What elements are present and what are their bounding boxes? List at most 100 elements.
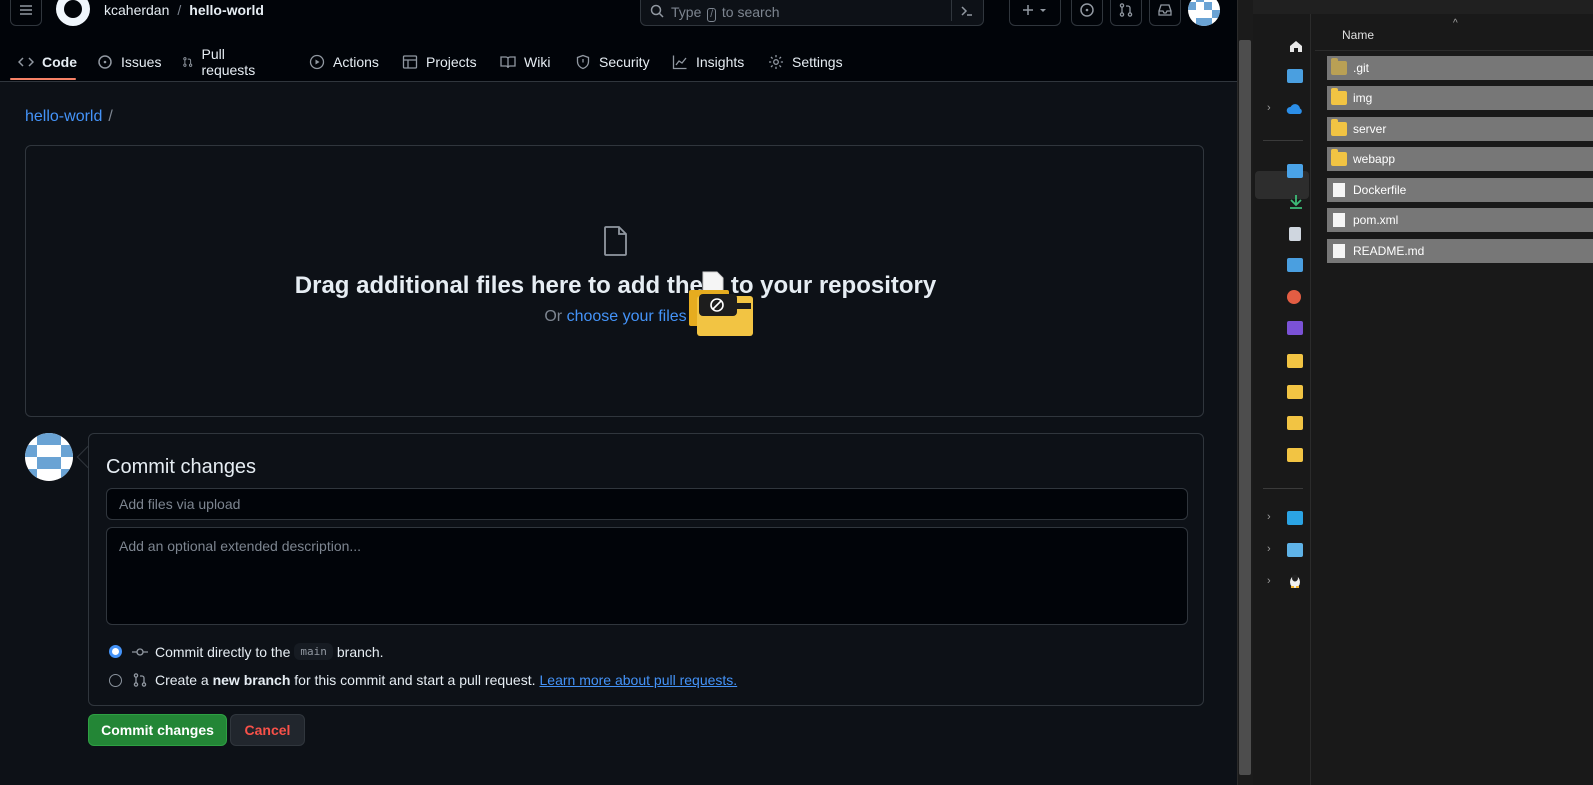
book-icon: [500, 56, 516, 69]
folder-icon: [1331, 119, 1347, 136]
graph-icon: [672, 55, 687, 70]
onedrive-icon[interactable]: [1286, 102, 1304, 116]
expand-chevron-icon[interactable]: ›: [1267, 575, 1271, 587]
home-icon[interactable]: [1288, 38, 1304, 54]
commit-form: Commit changes Add files via upload Add …: [88, 433, 1204, 706]
issues-button[interactable]: [1071, 0, 1103, 26]
tab-issues[interactable]: Issues: [97, 42, 161, 82]
tab-security[interactable]: Security: [575, 42, 650, 82]
learn-more-pull-requests-link[interactable]: Learn more about pull requests.: [540, 672, 738, 688]
folder-icon[interactable]: [1287, 416, 1303, 430]
folder-icon: [1331, 58, 1347, 75]
github-logo-icon[interactable]: [56, 0, 90, 26]
command-palette-icon[interactable]: [959, 3, 975, 19]
user-avatar[interactable]: [1188, 0, 1220, 26]
file-row[interactable]: .git: [1327, 56, 1593, 80]
inbox-icon: [1158, 4, 1172, 16]
code-icon: [18, 57, 34, 67]
commit-direct-option[interactable]: Commit directly to the main branch.: [109, 643, 384, 660]
tab-label: Code: [42, 54, 77, 70]
tab-actions[interactable]: Actions: [309, 42, 379, 82]
file-row[interactable]: img: [1327, 86, 1593, 110]
expand-chevron-icon[interactable]: ›: [1267, 511, 1271, 523]
desktop-icon[interactable]: [1287, 164, 1303, 178]
repo-header: kcaherdan/hello-world Type / to search: [0, 0, 1237, 82]
file-name: server: [1353, 122, 1387, 136]
breadcrumb-repo-link[interactable]: hello-world: [25, 108, 102, 125]
inbox-button[interactable]: [1149, 0, 1181, 26]
tab-label: Wiki: [524, 54, 551, 70]
pull-requests-button[interactable]: [1110, 0, 1142, 26]
videos-icon[interactable]: [1287, 321, 1303, 335]
table-icon: [402, 55, 418, 69]
cancel-button[interactable]: Cancel: [230, 714, 305, 746]
tab-pull-requests[interactable]: Pull requests: [182, 42, 260, 82]
sort-caret-icon[interactable]: ^: [1453, 18, 1458, 29]
expand-chevron-icon[interactable]: ›: [1267, 543, 1271, 555]
folder-icon[interactable]: [1287, 385, 1303, 399]
repo-path: kcaherdan / hello-world: [104, 2, 264, 18]
music-icon[interactable]: [1287, 290, 1301, 304]
document-icon: [1333, 213, 1345, 227]
scrollbar-thumb[interactable]: [1239, 40, 1251, 775]
screen: kcaherdan/hello-world Type / to search: [0, 0, 1593, 785]
tab-settings[interactable]: Settings: [768, 42, 843, 82]
downloads-icon[interactable]: [1288, 194, 1304, 210]
gallery-icon[interactable]: [1287, 69, 1303, 83]
tab-label: Projects: [426, 54, 477, 70]
commit-direct-radio[interactable]: [109, 645, 122, 658]
file-row[interactable]: webapp: [1327, 147, 1593, 171]
dropzone-subtitle: Or choose your files: [544, 308, 687, 325]
repo-link[interactable]: hello-world: [189, 2, 264, 18]
option-new-prefix: Create a: [155, 672, 209, 688]
tab-wiki[interactable]: Wiki: [500, 42, 550, 82]
hamburger-menu-button[interactable]: [10, 0, 42, 26]
create-new-button[interactable]: [1009, 0, 1061, 26]
owner-link[interactable]: kcaherdan: [104, 2, 169, 18]
commit-message-input[interactable]: Add files via upload: [106, 488, 1188, 520]
this-pc-icon[interactable]: [1287, 511, 1303, 525]
branch-name-chip: main: [294, 643, 333, 660]
pull-request-icon: [133, 673, 147, 687]
tab-label: Pull requests: [201, 46, 256, 78]
linux-icon[interactable]: [1288, 573, 1302, 589]
name-column-header[interactable]: Name: [1342, 28, 1374, 42]
dropzone-title: Drag additional files here to add them t…: [294, 272, 937, 299]
folder-icon: [1331, 149, 1347, 166]
pictures-icon[interactable]: [1287, 258, 1303, 272]
documents-icon[interactable]: [1289, 227, 1301, 241]
expand-chevron-icon[interactable]: ›: [1267, 102, 1271, 114]
pull-request-icon: [183, 57, 193, 67]
folder-icon[interactable]: [1287, 354, 1303, 368]
search-icon: [650, 4, 664, 18]
option-direct-suffix: branch.: [336, 643, 384, 660]
network-icon[interactable]: [1287, 543, 1303, 557]
search-input[interactable]: Type / to search: [640, 0, 984, 26]
folder-icon[interactable]: [1287, 448, 1303, 462]
file-row[interactable]: pom.xml: [1327, 208, 1593, 232]
commit-description-textarea[interactable]: Add an optional extended description...: [106, 527, 1188, 625]
file-row[interactable]: README.md: [1327, 239, 1593, 263]
file-name: .git: [1353, 61, 1370, 75]
option-new-suffix: for this commit and start a pull request…: [294, 672, 536, 688]
file-name: img: [1353, 91, 1373, 105]
hamburger-icon: [20, 5, 32, 15]
tab-code[interactable]: Code: [18, 42, 77, 82]
file-row[interactable]: server: [1327, 117, 1593, 141]
tab-projects[interactable]: Projects: [402, 42, 477, 82]
commit-new-branch-radio[interactable]: [109, 673, 122, 687]
commit-changes-button[interactable]: Commit changes: [88, 714, 227, 746]
tab-insights[interactable]: Insights: [672, 42, 744, 82]
github-window: kcaherdan/hello-world Type / to search: [0, 0, 1237, 785]
choose-files-link[interactable]: choose your files: [567, 308, 687, 325]
commit-new-branch-option[interactable]: Create a new branch for this commit and …: [109, 672, 737, 688]
explorer-navigation-pane: › › › ›: [1253, 14, 1311, 785]
plus-icon: [1023, 5, 1046, 15]
nav-divider: [1263, 488, 1303, 489]
git-commit-icon: [132, 647, 148, 656]
file-dropzone[interactable]: Drag additional files here to add them t…: [25, 145, 1204, 417]
header-divider: [1315, 50, 1593, 51]
file-row[interactable]: Dockerfile: [1327, 178, 1593, 202]
tab-label: Issues: [121, 54, 162, 70]
issue-icon: [1080, 3, 1094, 17]
